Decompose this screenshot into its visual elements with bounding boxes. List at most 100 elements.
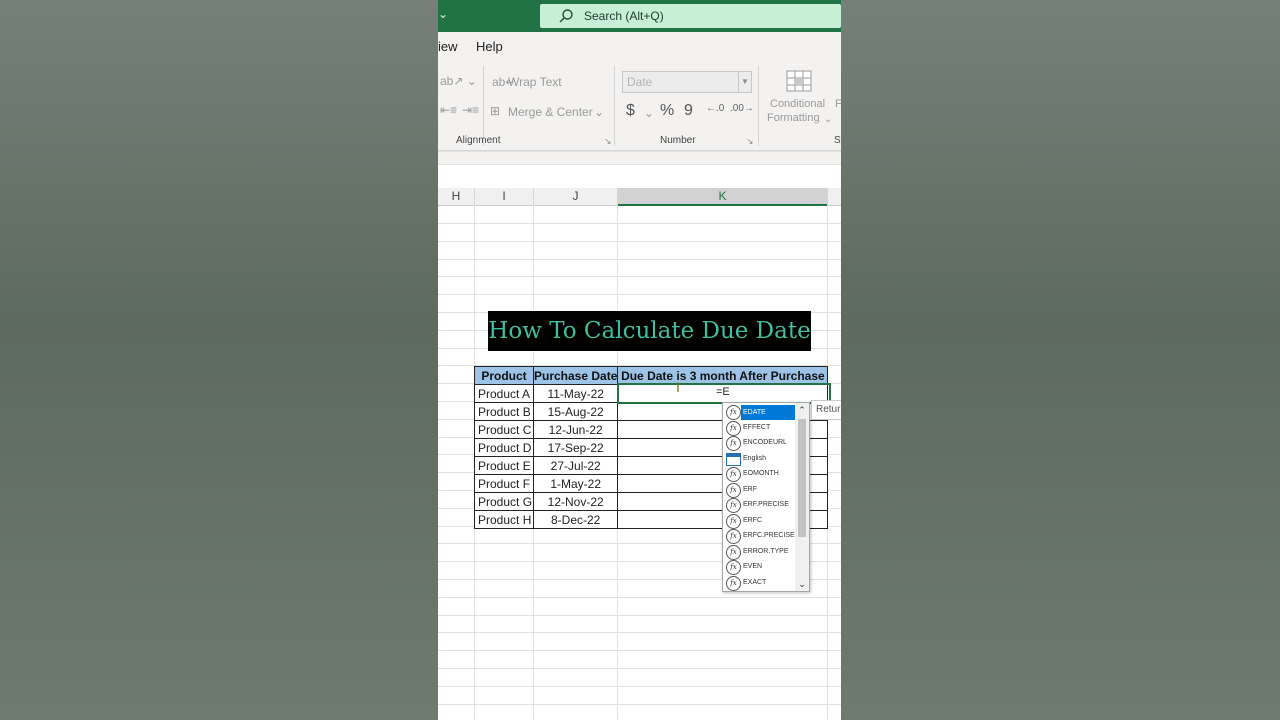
autocomplete-item[interactable]: fx EVEN xyxy=(725,560,795,575)
number-format-select[interactable]: Date ▼ xyxy=(622,71,752,93)
currency-dropdown-icon[interactable]: ⌄ xyxy=(644,106,654,120)
product-cell[interactable]: Product E xyxy=(474,456,534,475)
autocomplete-item[interactable]: fx ERROR.TYPE xyxy=(725,544,795,560)
merge-center-button[interactable]: Merge & Center xyxy=(508,105,593,119)
purchase-date-cell[interactable]: 1-May-22 xyxy=(532,474,619,493)
autocomplete-item-label: ERF.PRECISE xyxy=(743,501,789,508)
scroll-down-icon[interactable]: ⌄ xyxy=(795,577,809,591)
cell-formula-input[interactable]: =E xyxy=(716,386,730,398)
number-launcher-icon[interactable]: ↘ xyxy=(746,136,754,147)
function-tooltip: Retur xyxy=(811,400,841,420)
indent-decrease-icon[interactable]: ⇤≡ xyxy=(440,103,457,117)
scrollbar-thumb[interactable] xyxy=(798,419,806,537)
purchase-date-cell[interactable]: 8-Dec-22 xyxy=(532,510,619,529)
merge-center-icon: ⊞ xyxy=(490,104,501,118)
autocomplete-item[interactable]: fx EDATE xyxy=(725,405,795,420)
header-purchase-date[interactable]: Purchase Date xyxy=(532,366,619,385)
conditional-formatting-button-line2[interactable]: Formatting xyxy=(767,112,820,124)
alignment-launcher-icon[interactable]: ↘ xyxy=(604,136,612,147)
column-header-l[interactable] xyxy=(828,188,841,206)
grid-line xyxy=(438,686,841,687)
video-background-right xyxy=(841,0,1280,720)
header-product[interactable]: Product xyxy=(474,366,534,385)
tab-view[interactable]: iew xyxy=(438,39,458,54)
autocomplete-item[interactable]: fx EOMONTH xyxy=(725,467,795,482)
increase-decimal-icon[interactable]: ←.0 xyxy=(706,103,724,114)
autocomplete-item[interactable]: fx EXACT xyxy=(725,575,795,591)
product-cell[interactable]: Product G xyxy=(474,492,534,511)
grid-line xyxy=(438,259,841,260)
number-group-label: Number xyxy=(660,135,696,146)
function-icon: fx xyxy=(726,436,741,451)
function-icon: fx xyxy=(726,482,741,498)
title-bar: ⌄ Search (Alt+Q) xyxy=(438,0,841,32)
tab-help[interactable]: Help xyxy=(476,39,503,54)
product-cell[interactable]: Product A xyxy=(474,384,534,403)
alignment-group-label: Alignment xyxy=(456,135,501,146)
ribbon: iew Help ab↗ ⌄ ⇤≡ ⇥≡ ab↵ Wrap Text ⊞ Mer… xyxy=(438,32,841,151)
product-cell[interactable]: Product B xyxy=(474,402,534,421)
autocomplete-item-label: ENCODEURL xyxy=(743,439,787,446)
autocomplete-item-label: EXACT xyxy=(743,578,767,586)
purchase-date-cell[interactable]: 17-Sep-22 xyxy=(532,438,619,457)
grid-line xyxy=(438,650,841,651)
autocomplete-scrollbar[interactable]: ⌃ ⌄ xyxy=(795,403,809,591)
merge-dropdown-icon[interactable]: ⌄ xyxy=(594,105,604,119)
chevron-down-icon: ▼ xyxy=(738,72,751,92)
purchase-date-cell[interactable]: 12-Jun-22 xyxy=(532,420,619,439)
ribbon-separator xyxy=(614,66,615,146)
decrease-decimal-icon[interactable]: .00→ xyxy=(730,103,754,114)
formula-area xyxy=(438,151,841,189)
function-icon: fx xyxy=(726,575,741,591)
product-cell[interactable]: Product C xyxy=(474,420,534,439)
autocomplete-item[interactable]: fx ENCODEURL xyxy=(725,436,795,451)
header-due-date[interactable]: Due Date is 3 month After Purchase xyxy=(617,366,829,385)
autocomplete-item-label: EVEN xyxy=(743,563,763,570)
chevron-icon: ⌄ xyxy=(438,7,449,21)
wrap-text-button[interactable]: Wrap Text xyxy=(508,75,562,89)
number-format-value: Date xyxy=(627,75,653,89)
currency-button[interactable]: $ xyxy=(626,102,635,120)
product-cell[interactable]: Product F xyxy=(474,474,534,493)
search-box[interactable]: Search (Alt+Q) xyxy=(540,4,841,28)
product-cell[interactable]: Product D xyxy=(474,438,534,457)
autocomplete-item-label: EFFECT xyxy=(743,423,771,431)
title-banner: How To Calculate Due Date xyxy=(488,311,811,351)
function-autocomplete-list[interactable]: fx EDATE fx EFFECT fx ENCODEURL English fx EOMON… xyxy=(722,402,810,592)
grid-line xyxy=(438,615,841,616)
conditional-formatting-icon xyxy=(786,70,812,92)
scroll-up-icon[interactable]: ⌃ xyxy=(795,403,809,417)
column-header-j[interactable]: J xyxy=(534,188,618,206)
grid-line xyxy=(438,276,841,277)
autocomplete-item[interactable]: fx ERFC.PRECISE xyxy=(725,529,795,544)
format-as-table-button-partial[interactable]: F xyxy=(835,98,841,110)
purchase-date-cell[interactable]: 11-May-22 xyxy=(532,384,619,403)
formula-bar[interactable] xyxy=(438,164,841,189)
orientation-icon[interactable]: ab↗ ⌄ xyxy=(440,74,477,88)
autocomplete-item[interactable]: English xyxy=(725,452,795,467)
column-header-h[interactable]: H xyxy=(438,188,475,206)
conditional-formatting-button[interactable]: Conditional xyxy=(770,98,825,110)
product-cell[interactable]: Product H xyxy=(474,510,534,529)
indent-increase-icon[interactable]: ⇥≡ xyxy=(462,103,479,117)
autocomplete-item-label: EDATE xyxy=(741,405,795,420)
purchase-date-cell[interactable]: 15-Aug-22 xyxy=(532,402,619,421)
purchase-date-cell[interactable]: 12-Nov-22 xyxy=(532,492,619,511)
autocomplete-item[interactable]: fx ERFC xyxy=(725,513,795,529)
video-background-left xyxy=(0,0,438,720)
table-icon xyxy=(726,452,741,466)
autocomplete-item[interactable]: fx ERF.PRECISE xyxy=(725,498,795,513)
grid-line xyxy=(438,704,841,705)
autocomplete-item[interactable]: fx ERF xyxy=(725,482,795,498)
ribbon-separator xyxy=(483,66,484,146)
purchase-date-cell[interactable]: 27-Jul-22 xyxy=(532,456,619,475)
search-placeholder: Search (Alt+Q) xyxy=(584,9,664,23)
autocomplete-item[interactable]: fx EFFECT xyxy=(725,420,795,436)
search-icon xyxy=(559,9,573,23)
comma-button[interactable]: 9 xyxy=(684,102,693,120)
column-header-k[interactable]: K xyxy=(618,188,828,206)
column-header-i[interactable]: I xyxy=(475,188,534,206)
percent-button[interactable]: % xyxy=(660,102,674,120)
conditional-formatting-dropdown-icon[interactable]: ⌄ xyxy=(824,114,832,125)
text-cursor-icon: I xyxy=(676,379,680,395)
